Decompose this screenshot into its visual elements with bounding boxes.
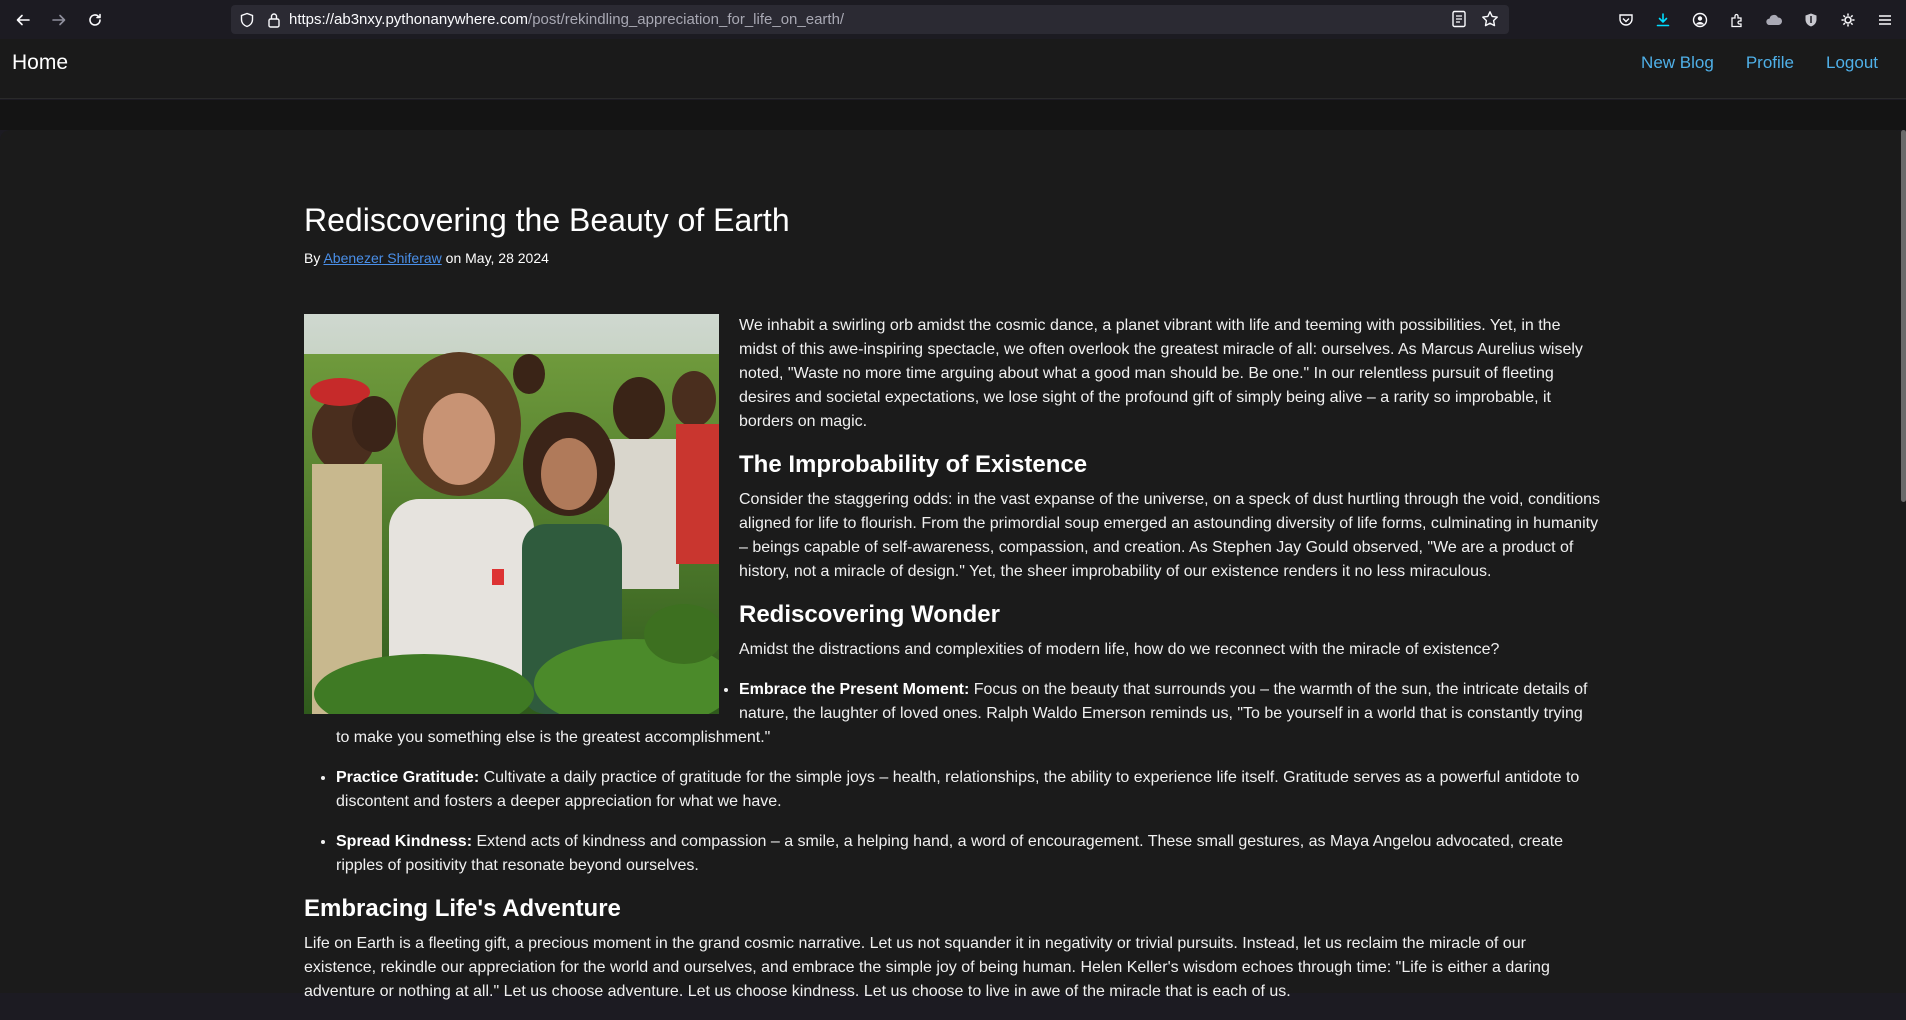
- heading-adventure: Embracing Life's Adventure: [304, 895, 621, 922]
- list-item: Practice Gratitude: Cultivate a daily pr…: [336, 766, 1600, 814]
- url-path: /post/rekindling_appreciation_for_life_o…: [528, 11, 845, 28]
- extensions-icon[interactable]: [1724, 7, 1750, 33]
- hamburger-menu-icon[interactable]: [1872, 7, 1898, 33]
- lock-icon[interactable]: [267, 12, 281, 28]
- browser-toolbar: https://ab3nxy.pythonanywhere.com/post/r…: [0, 0, 1906, 39]
- shield-icon[interactable]: [239, 12, 255, 28]
- list-item-label: Practice Gratitude:: [336, 769, 480, 786]
- shield-extension-icon[interactable]: [1798, 7, 1824, 33]
- nav-links: New Blog Profile Logout: [1641, 53, 1878, 73]
- post-article: Rediscovering the Beauty of Earth By Abe…: [304, 196, 1600, 1020]
- post-byline: By Abenezer Shiferaw on May, 28 2024: [304, 250, 1600, 266]
- account-icon[interactable]: [1687, 7, 1713, 33]
- new-blog-link[interactable]: New Blog: [1641, 53, 1714, 73]
- post-date: on May, 28 2024: [445, 250, 549, 266]
- bookmark-star-icon[interactable]: [1481, 10, 1499, 28]
- list-item-label: Embrace the Present Moment:: [739, 681, 970, 698]
- url-host: https://ab3nxy.pythonanywhere.com: [289, 11, 529, 28]
- reader-view-icon[interactable]: [1451, 10, 1467, 28]
- byline-prefix: By: [304, 250, 321, 266]
- post-title: Rediscovering the Beauty of Earth: [304, 202, 790, 238]
- profile-link[interactable]: Profile: [1746, 53, 1794, 73]
- reload-icon[interactable]: [82, 7, 108, 33]
- url-bar[interactable]: https://ab3nxy.pythonanywhere.com/post/r…: [231, 5, 1509, 34]
- back-icon[interactable]: [10, 7, 36, 33]
- post-image: [304, 314, 719, 714]
- list-item-label: Spread Kindness:: [336, 833, 473, 850]
- pocket-icon[interactable]: [1613, 7, 1639, 33]
- site-navbar: Home New Blog Profile Logout: [0, 39, 1906, 99]
- cloud-icon[interactable]: [1761, 7, 1787, 33]
- logout-link[interactable]: Logout: [1826, 53, 1878, 73]
- list-item-text: Cultivate a daily practice of gratitude …: [336, 769, 1580, 810]
- author-link[interactable]: Abenezer Shiferaw: [323, 250, 441, 266]
- download-icon[interactable]: [1650, 7, 1676, 33]
- forward-icon[interactable]: [46, 7, 72, 33]
- list-item-text: Extend acts of kindness and compassion –…: [336, 833, 1564, 874]
- paragraph-adventure: Life on Earth is a fleeting gift, a prec…: [304, 935, 1550, 1000]
- url-text[interactable]: https://ab3nxy.pythonanywhere.com/post/r…: [289, 11, 844, 28]
- gear-extension-icon[interactable]: [1835, 7, 1861, 33]
- list-item: Spread Kindness: Extend acts of kindness…: [336, 830, 1600, 878]
- home-link[interactable]: Home: [12, 51, 68, 75]
- page-scrollbar[interactable]: [1901, 130, 1906, 502]
- navbar-spacer: [0, 100, 1906, 130]
